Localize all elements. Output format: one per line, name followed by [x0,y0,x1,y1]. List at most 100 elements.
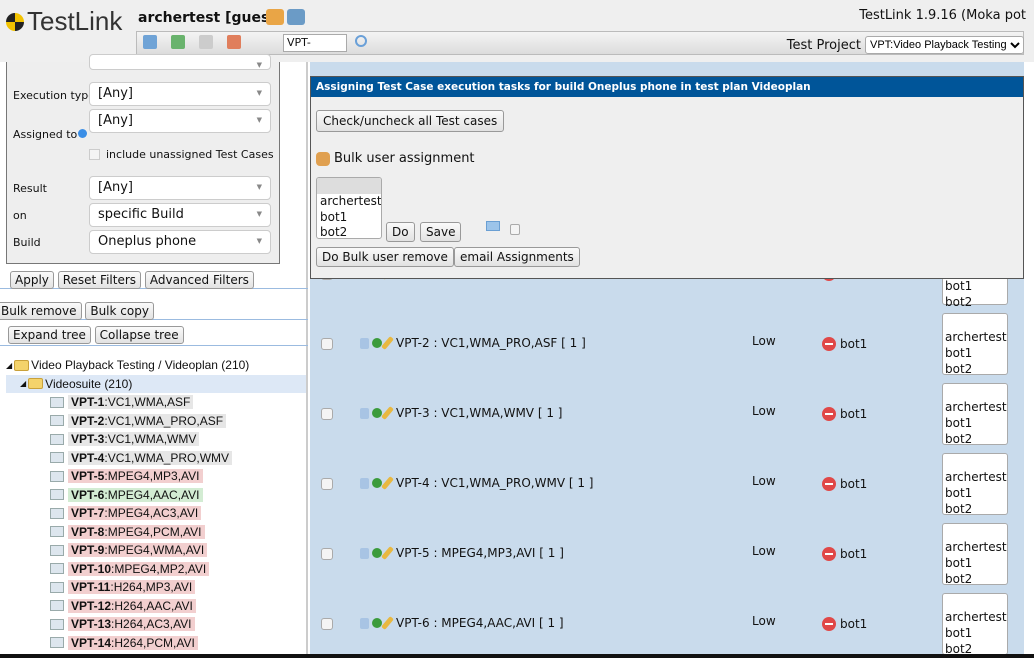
user-assign-listbox[interactable]: archertestbot1bot2 [942,313,1008,377]
remove-assignment-icon[interactable] [822,617,836,631]
email-assignments-button[interactable]: email Assignments [454,247,580,267]
include-unassigned-checkbox[interactable] [89,149,100,160]
bulk-copy-button[interactable]: Bulk copy [85,302,154,320]
row-checkbox[interactable] [321,618,333,630]
user-option[interactable]: bot1 [945,278,1005,294]
tree-test-case[interactable]: VPT-1:VC1,WMA,ASF [50,393,306,412]
tree-test-case[interactable]: VPT-10:MPEG4,MP2,AVI [50,560,306,579]
search-icon[interactable] [355,35,367,47]
execute-icon[interactable] [199,35,213,49]
edit-pencil-icon[interactable] [381,406,394,420]
row-checkbox[interactable] [321,338,333,350]
apply-button[interactable]: Apply [10,271,54,289]
tree-root[interactable]: ◢ Video Playback Testing / Videoplan (210… [6,356,306,375]
user-option[interactable]: bot2 [945,361,1005,377]
tree-test-case[interactable]: VPT-14:H264,PCM,AVI [50,634,306,653]
do-button[interactable]: Do [386,222,415,242]
test-case-title[interactable]: VPT-5 : MPEG4,MP3,AVI [ 1 ] [396,546,564,560]
row-checkbox[interactable] [321,548,333,560]
test-case-title[interactable]: VPT-6 : MPEG4,AAC,AVI [ 1 ] [396,616,564,630]
user-assign-listbox[interactable]: archertestbot1bot2 [942,383,1008,447]
bulk-user-option[interactable]: archertest [317,194,381,210]
bulk-remove-button[interactable]: Bulk remove [0,302,82,320]
reset-filters-button[interactable]: Reset Filters [57,271,142,289]
test-case-icon[interactable] [360,407,369,419]
tree-test-case[interactable]: VPT-7:MPEG4,AC3,AVI [50,504,306,523]
user-option[interactable]: bot1 [945,415,1005,431]
user-option[interactable]: bot1 [945,625,1005,641]
test-project-select[interactable]: VPT:Video Playback Testing [865,36,1024,54]
tree-test-case[interactable]: VPT-3:VC1,WMA,WMV [50,430,306,449]
user-option[interactable]: bot2 [945,571,1005,587]
user-option[interactable]: archertest [945,469,1007,485]
build-select[interactable]: Oneplus phone [89,230,271,254]
bulk-user-option[interactable] [317,178,381,194]
filter-select-top[interactable] [89,54,271,70]
on-select[interactable]: specific Build [89,203,271,227]
tree-test-case[interactable]: VPT-9:MPEG4,WMA,AVI [50,541,306,560]
info-icon[interactable] [78,129,88,138]
test-case-title[interactable]: VPT-4 : VC1,WMA_PRO,WMV [ 1 ] [396,476,593,490]
user-profile-icon[interactable] [266,9,284,25]
edit-pencil-icon[interactable] [381,476,394,490]
expand-tree-button[interactable]: Expand tree [8,326,91,344]
row-checkbox[interactable] [321,408,333,420]
execution-type-select[interactable]: [Any] [89,82,271,106]
edit-pencil-icon[interactable] [381,546,394,560]
tree-test-case[interactable]: VPT-13:H264,AC3,AVI [50,615,306,634]
tree-test-case[interactable]: VPT-4:VC1,WMA_PRO,WMV [50,449,306,468]
logout-icon[interactable] [287,9,305,25]
user-assign-listbox[interactable]: archertestbot1bot2 [942,593,1008,656]
tree-test-case[interactable]: VPT-6:MPEG4,AAC,AVI [50,486,306,505]
assigned-to-select[interactable]: [Any] [89,109,271,133]
user-option[interactable]: archertest [945,329,1007,345]
user-option[interactable]: archertest [945,539,1007,555]
edit-pencil-icon[interactable] [381,336,394,350]
remove-assignment-icon[interactable] [822,477,836,491]
tree-test-case[interactable]: VPT-11:H264,MP3,AVI [50,578,306,597]
home-icon[interactable] [143,35,157,49]
edit-pencil-icon[interactable] [381,616,394,630]
tree-test-case[interactable]: VPT-5:MPEG4,MP3,AVI [50,467,306,486]
remove-assignment-icon[interactable] [822,547,836,561]
test-case-icon[interactable] [360,547,369,559]
tree-test-case[interactable]: VPT-2:VC1,WMA_PRO,ASF [50,412,306,431]
remove-assignment-icon[interactable] [822,337,836,351]
tree-test-case[interactable]: VPT-12:H264,AAC,AVI [50,597,306,616]
bulk-user-option[interactable]: bot1 [317,210,381,226]
collapse-tree-button[interactable]: Collapse tree [94,326,184,344]
search-input[interactable]: VPT- [283,34,347,52]
result-select[interactable]: [Any] [89,176,271,200]
test-case-icon[interactable] [360,617,369,629]
user-assign-listbox[interactable]: archertestbot1bot2 [942,453,1008,517]
save-button[interactable]: Save [420,222,462,242]
bulk-user-remove-button[interactable]: Do Bulk user remove [316,247,454,267]
requirements-icon[interactable] [227,35,241,49]
user-option[interactable]: bot1 [945,555,1005,571]
test-case-title[interactable]: VPT-3 : VC1,WMA,WMV [ 1 ] [396,406,562,420]
expanded-arrow-icon[interactable]: ◢ [6,361,12,370]
user-option[interactable]: archertest [945,609,1007,625]
test-spec-icon[interactable] [171,35,185,49]
remove-assignment-icon[interactable] [822,407,836,421]
testlink-logo[interactable]: TestLink [6,6,122,37]
tree-test-case[interactable]: VPT-8:MPEG4,PCM,AVI [50,523,306,542]
user-option[interactable]: bot1 [945,485,1005,501]
user-option[interactable]: archertest [945,399,1007,415]
tree-suite[interactable]: ◢ Videosuite (210) [6,374,306,393]
advanced-filters-button[interactable]: Advanced Filters [144,271,254,289]
expanded-arrow-icon[interactable]: ◢ [20,379,26,388]
user-option[interactable]: bot2 [945,501,1005,517]
test-case-icon[interactable] [360,337,369,349]
check-all-button[interactable]: Check/uncheck all Test cases [316,110,505,132]
test-case-icon[interactable] [360,477,369,489]
user-option[interactable]: bot1 [945,345,1005,361]
email-checkbox[interactable] [510,224,520,235]
user-option[interactable]: bot2 [945,294,1005,310]
bulk-user-listbox[interactable]: archertest bot1 bot2 [316,177,382,239]
test-case-title[interactable]: VPT-2 : VC1,WMA_PRO,ASF [ 1 ] [396,336,586,350]
bulk-user-option[interactable]: bot2 [317,225,381,238]
row-checkbox[interactable] [321,478,333,490]
user-assign-listbox[interactable]: archertestbot1bot2 [942,523,1008,587]
user-option[interactable]: bot2 [945,431,1005,447]
